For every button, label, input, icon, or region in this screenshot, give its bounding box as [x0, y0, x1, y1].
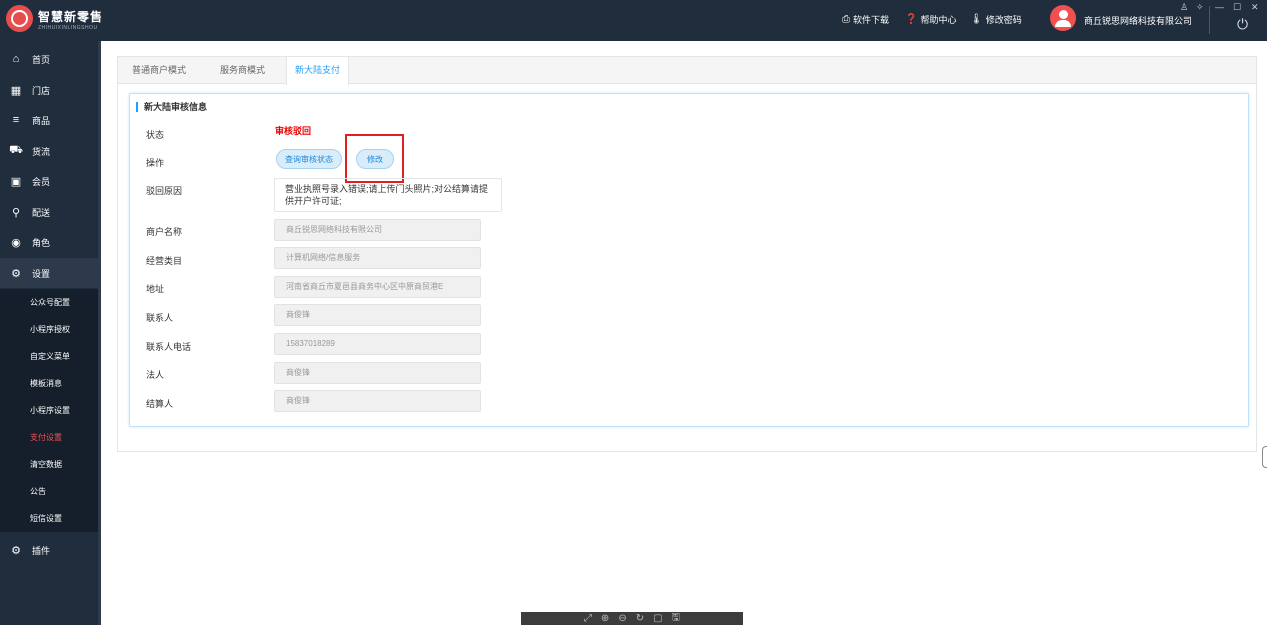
sidebar-subitem-miniprogram-auth[interactable]: 小程序授权 — [0, 316, 98, 343]
motorcycle-icon: ⚲ — [11, 206, 21, 219]
sidebar-subitem-template-message[interactable]: 模板消息 — [0, 370, 98, 397]
sidebar-item-plugins[interactable]: ⚙ 插件 — [0, 535, 98, 565]
fit-icon[interactable]: ⤢ — [584, 613, 592, 624]
sidebar-item-label: 商品 — [32, 115, 51, 126]
brand-name: 智慧新零售 — [38, 10, 104, 24]
sidebar-item-label: 配送 — [32, 207, 51, 218]
window-icon[interactable]: ▢ — [653, 613, 662, 624]
sidebar-subitem-official-account[interactable]: 公众号配置 — [0, 289, 98, 316]
sidebar-item-logistics[interactable]: ⛟ 货流 — [0, 136, 98, 166]
merchant-name-label: 商户名称 — [146, 227, 183, 237]
printer-icon: ⎙ — [842, 14, 850, 25]
sidebar-item-role[interactable]: ◉ 角色 — [0, 227, 98, 257]
software-download-label: 软件下载 — [853, 15, 890, 25]
legal-person-field: 商俊锋 — [274, 362, 481, 384]
sidebar-item-settings[interactable]: ⚙ 设置 — [0, 258, 98, 288]
brand-subtitle: ZHIHUIXINLINGSHOU — [38, 25, 98, 31]
sidebar-subitem-announcement[interactable]: 公告 — [0, 478, 98, 505]
divider — [1209, 6, 1210, 34]
sidebar-item-home[interactable]: ⌂ 首页 — [0, 44, 98, 74]
change-password-link[interactable]: 🌡 修改密码 — [970, 13, 1022, 26]
contact-label: 联系人 — [146, 313, 174, 323]
user-circle-icon: ◉ — [11, 236, 21, 249]
sidebar-subitem-clear-data[interactable]: 清空数据 — [0, 451, 98, 478]
pin-icon[interactable]: ✧ — [1196, 2, 1204, 13]
sidebar-item-delivery[interactable]: ⚲ 配送 — [0, 197, 98, 227]
business-category-field: 计算机网络/信息服务 — [274, 247, 481, 269]
address-label: 地址 — [146, 284, 165, 294]
change-password-label: 修改密码 — [985, 15, 1022, 25]
settlement-person-field: 商俊锋 — [274, 390, 481, 412]
sidebar-item-label: 首页 — [32, 54, 51, 65]
brand: 智慧新零售 ZHIHUIXINLINGSHOU — [38, 8, 103, 31]
tab-normal-merchant[interactable]: 普通商户模式 — [124, 57, 194, 84]
merchant-name-field: 商丘锐思网络科技有限公司 — [274, 219, 481, 241]
status-value: 审核驳回 — [275, 126, 312, 136]
minimize-icon[interactable]: — — [1215, 2, 1224, 12]
sidebar-subitem-custom-menu[interactable]: 自定义菜单 — [0, 343, 98, 370]
save-icon[interactable]: 🖫 — [672, 610, 681, 625]
gears-icon: ⚙ — [11, 544, 21, 557]
sidebar-item-goods[interactable]: ≡ 商品 — [0, 105, 98, 135]
sidebar-item-label: 角色 — [32, 237, 51, 248]
menu-icon: ≡ — [12, 114, 20, 126]
gear-icon: ⚙ — [11, 267, 21, 280]
company-name[interactable]: 商丘锐思网络科技有限公司 — [1084, 14, 1192, 27]
sidebar-item-label: 会员 — [32, 176, 51, 187]
side-handle[interactable] — [1262, 446, 1267, 468]
sidebar-subitem-payment-settings[interactable]: 支付设置 — [0, 424, 98, 451]
sidebar-subitem-sms-settings[interactable]: 短信设置 — [0, 505, 98, 532]
help-center-label: 帮助中心 — [920, 15, 957, 25]
close-icon[interactable]: ✕ — [1251, 2, 1259, 13]
tab-bar: 普通商户模式 服务商模式 新大陆支付 — [118, 57, 1256, 85]
tab-newland-pay[interactable]: 新大陆支付 — [286, 57, 350, 85]
contact-field: 商俊锋 — [274, 304, 481, 326]
zoom-in-icon[interactable]: ⊕ — [601, 613, 609, 624]
sidebar-item-label: 设置 — [32, 268, 51, 279]
home-icon: ⌂ — [12, 53, 20, 65]
bottom-toolbar: ⤢ ⊕ ⊖ ↻ ▢ 🖫 — [521, 612, 743, 625]
sidebar-scrollbar[interactable] — [98, 41, 101, 625]
address-field: 河南省商丘市夏邑县商务中心区中原商贸港E — [274, 276, 481, 298]
reject-reason-label: 驳回原因 — [146, 186, 183, 196]
sidebar-item-label: 货流 — [32, 146, 51, 157]
maximize-icon[interactable]: ☐ — [1233, 2, 1241, 13]
shirt-icon[interactable]: ♙ — [1180, 2, 1188, 13]
thermometer-icon: 🌡 — [970, 14, 983, 25]
brand-logo-icon — [6, 5, 33, 32]
highlight-annotation — [345, 134, 404, 183]
legal-person-label: 法人 — [146, 370, 165, 380]
zoom-out-icon[interactable]: ⊖ — [618, 613, 626, 624]
software-download-link[interactable]: ⎙ 软件下载 — [842, 13, 889, 26]
store-icon: ▦ — [10, 84, 22, 97]
contact-phone-label: 联系人电话 — [146, 342, 192, 352]
status-label: 状态 — [146, 130, 165, 140]
main-panel: 普通商户模式 服务商模式 新大陆支付 新大陆审核信息 状态 审核驳回 操作 查询… — [117, 56, 1257, 452]
sidebar-item-member[interactable]: ▣ 会员 — [0, 166, 98, 196]
sidebar-item-label: 插件 — [32, 545, 51, 556]
user-avatar-icon[interactable] — [1050, 5, 1076, 31]
top-header: 智慧新零售 ZHIHUIXINLINGSHOU ⎙ 软件下载 ❓ 帮助中心 🌡 … — [0, 0, 1267, 41]
member-card-icon: ▣ — [10, 175, 22, 188]
help-center-link[interactable]: ❓ 帮助中心 — [905, 13, 956, 26]
settlement-person-label: 结算人 — [146, 399, 174, 409]
action-label: 操作 — [146, 158, 165, 168]
truck-icon: ⛟ — [9, 144, 23, 156]
sidebar-item-store[interactable]: ▦ 门店 — [0, 75, 98, 105]
rotate-icon[interactable]: ↻ — [636, 613, 644, 624]
card-title: 新大陆审核信息 — [136, 102, 207, 112]
contact-phone-field: 15837018289 — [274, 333, 481, 355]
sidebar: ⌂ 首页 ▦ 门店 ≡ 商品 ⛟ 货流 ▣ 会员 ⚲ 配送 ◉ 角色 ⚙ 设置 … — [0, 41, 101, 625]
sidebar-item-label: 门店 — [32, 85, 51, 96]
review-info-card: 新大陆审核信息 状态 审核驳回 操作 查询审核状态 修改 驳回原因 营业执照号录… — [129, 93, 1249, 427]
help-icon: ❓ — [905, 14, 918, 25]
power-icon[interactable]: ⏻ — [1237, 16, 1248, 33]
query-status-button[interactable]: 查询审核状态 — [276, 149, 342, 169]
sidebar-subitem-miniprogram-settings[interactable]: 小程序设置 — [0, 397, 98, 424]
tab-service-provider[interactable]: 服务商模式 — [212, 57, 273, 84]
business-category-label: 经营类目 — [146, 256, 183, 266]
reject-reason-text: 营业执照号录入错误;请上传门头照片;对公结算请提供开户许可证; — [274, 178, 502, 212]
